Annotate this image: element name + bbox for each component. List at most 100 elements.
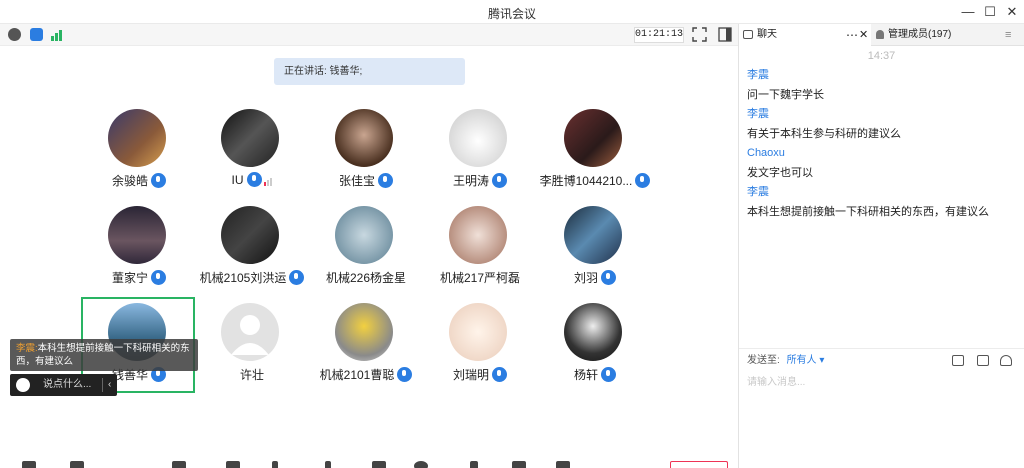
message-sender[interactable]: 李震	[747, 183, 1017, 202]
participant-tile[interactable]: IU	[192, 109, 312, 199]
message-sender[interactable]: Chaoxu	[747, 144, 1017, 163]
chat-icon[interactable]	[372, 461, 386, 468]
members-icon[interactable]	[272, 461, 278, 468]
info-icon[interactable]	[8, 28, 21, 41]
signal-icon[interactable]	[50, 28, 63, 41]
toast-sender: 李震:	[16, 343, 38, 354]
record-icon[interactable]	[414, 461, 428, 468]
avatar	[564, 206, 622, 264]
divider	[102, 378, 103, 392]
quick-chat-input[interactable]: 说点什么...	[43, 374, 91, 396]
mic-icon	[378, 173, 393, 188]
composer-divider	[739, 348, 1024, 349]
participant-name: 许壮	[239, 368, 264, 382]
message-input[interactable]: 请输入消息...	[747, 373, 805, 388]
message-text: 发文字也可以	[747, 167, 813, 179]
send-to-row: 发送至: 所有人 ▾	[747, 353, 1017, 369]
mic-icon	[635, 173, 651, 188]
mic-icon	[492, 173, 507, 188]
participant-tile[interactable]: 余骏皓	[79, 109, 199, 199]
avatar	[108, 206, 166, 264]
message-sender[interactable]: 李震	[747, 66, 1017, 85]
participant-tile[interactable]: 王明涛	[420, 109, 540, 199]
participant-name: 董家宁	[79, 269, 199, 286]
participant-tile[interactable]: 杨轩	[535, 303, 655, 393]
chat-toast[interactable]: 李震:本科生想提前接触一下科研相关的东西，有建议么	[10, 339, 198, 371]
participant-tile[interactable]: 刘羽	[535, 206, 655, 296]
invite-icon[interactable]	[325, 461, 331, 468]
end-meeting-button[interactable]	[670, 461, 728, 468]
tab-members[interactable]: 管理成员(197)	[872, 24, 1002, 46]
tab-chat[interactable]: 聊天 ⋯ ✕	[739, 24, 871, 46]
avatar	[449, 109, 507, 167]
participant-tile[interactable]: 李胜博1044210...	[535, 109, 655, 199]
signal-strength-icon	[263, 175, 273, 189]
avatar	[564, 109, 622, 167]
participant-name: 机械217严柯磊	[439, 271, 521, 285]
panel-divider	[738, 24, 739, 468]
message-sender[interactable]: 李震	[747, 105, 1017, 124]
meeting-timer: 01:21:13	[634, 27, 684, 43]
avatar	[449, 206, 507, 264]
participant-name: 王明涛	[420, 172, 540, 189]
share-screen-icon[interactable]	[172, 461, 186, 468]
minimize-button[interactable]: —	[958, 3, 978, 21]
fullscreen-icon[interactable]	[692, 27, 707, 45]
participant-name: 刘瑞明	[420, 366, 540, 383]
toast-text: 本科生想提前接触一下科研相关的东西，有建议么	[16, 343, 190, 367]
participant-tile[interactable]: 机械2105刘洪运	[192, 206, 312, 296]
user-icon	[876, 30, 884, 39]
more-icon[interactable]: ⋯	[846, 24, 858, 46]
participant-name: 机械2105刘洪运	[192, 269, 312, 286]
title-bar: 腾讯会议 — ☐ ✕	[0, 0, 1024, 24]
participant-name: 杨轩	[535, 366, 655, 383]
mic-icon	[151, 270, 166, 285]
avatar	[221, 206, 279, 264]
participant-name: 李胜博1044210...	[535, 172, 655, 189]
participant-name: 机械2101曹聪	[306, 366, 426, 383]
shield-icon[interactable]	[30, 28, 43, 41]
avatar	[564, 303, 622, 361]
participant-tile[interactable]: 机械2101曹聪	[306, 303, 426, 393]
security-icon[interactable]	[226, 461, 240, 468]
participant-name: IU	[192, 172, 312, 189]
settings-icon[interactable]	[556, 461, 570, 468]
apps-icon[interactable]	[470, 461, 478, 468]
mic-icon	[601, 270, 616, 285]
tab-members-label: 管理成员(197)	[888, 29, 952, 40]
participant-tile[interactable]: 机械226杨金星	[306, 206, 426, 296]
chat-message-list: 李震 问一下魏宇学长 李震 有关于本科生参与科研的建议么 Chaoxu 发文字也…	[747, 66, 1017, 222]
emoji-icon[interactable]	[16, 378, 30, 392]
video-icon[interactable]	[70, 461, 84, 468]
window-title: 腾讯会议	[487, 7, 536, 21]
folder-icon[interactable]	[952, 355, 964, 366]
avatar	[221, 109, 279, 167]
participant-tile[interactable]: 董家宁	[79, 206, 199, 296]
avatar	[108, 109, 166, 167]
participant-tile[interactable]: 机械217严柯磊	[420, 206, 540, 296]
screenshot-icon[interactable]	[977, 355, 989, 366]
chat-timestamp: 14:37	[867, 50, 896, 62]
quick-chat-bar[interactable]: 说点什么... ‹	[10, 374, 117, 396]
recipient-select[interactable]: 所有人 ▾	[787, 355, 825, 366]
panel-menu-icon[interactable]: ≡	[1005, 24, 1023, 46]
video-stage: 正在讲话: 钱善华; 余骏皓 IU 张佳宝 王明涛 李胜博1044210... …	[0, 47, 738, 468]
message-text: 问一下魏宇学长	[747, 89, 824, 101]
avatar	[221, 303, 279, 361]
close-button[interactable]: ✕	[1002, 3, 1022, 21]
more-icon[interactable]	[512, 461, 526, 468]
participant-name: 余骏皓	[79, 172, 199, 189]
participant-tile[interactable]: 张佳宝	[306, 109, 426, 199]
collapse-icon[interactable]: ‹	[108, 374, 111, 396]
user-settings-icon[interactable]	[1000, 355, 1012, 366]
participant-tile[interactable]: 刘瑞明	[420, 303, 540, 393]
maximize-button[interactable]: ☐	[980, 3, 1000, 21]
mute-icon[interactable]	[22, 461, 36, 468]
sidebar-toggle-icon[interactable]	[718, 27, 732, 45]
participant-name: 张佳宝	[306, 172, 426, 189]
avatar	[335, 109, 393, 167]
participant-tile[interactable]: 许壮	[192, 303, 312, 393]
avatar	[335, 303, 393, 361]
close-tab-icon[interactable]: ✕	[859, 24, 868, 46]
side-panel-tabs: 聊天 ⋯ ✕ 管理成员(197) ≡	[739, 24, 1024, 46]
